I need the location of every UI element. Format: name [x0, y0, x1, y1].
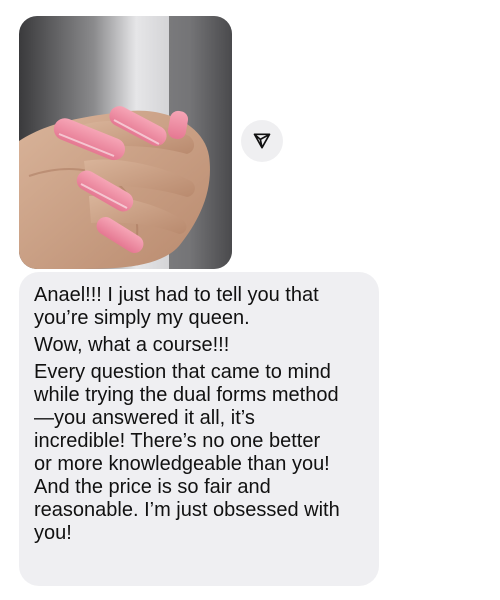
share-button[interactable] [241, 120, 283, 162]
message-line: Every question that came to mind [34, 361, 331, 383]
message-line: you! [34, 522, 72, 544]
message-line: And the price is so fair and [34, 476, 271, 498]
message-photo[interactable] [19, 16, 232, 269]
message-line: Wow, what a course!!! [34, 334, 230, 356]
nail-photo-image [19, 16, 232, 269]
message-line: incredible! There’s no one better [34, 430, 321, 452]
message-bubble: Anael!!! I just had to tell you that you… [19, 272, 379, 586]
message-line: while trying the dual forms method [34, 384, 339, 406]
message-line: or more knowledgeable than you! [34, 453, 330, 475]
paper-plane-icon [253, 133, 271, 149]
message-line: reasonable. I’m just obsessed with [34, 499, 340, 521]
message-line: you’re simply my queen. [34, 307, 250, 329]
chat-thread: Anael!!! I just had to tell you that you… [0, 0, 500, 600]
message-line: Anael!!! I just had to tell you that [34, 284, 319, 306]
message-line: —you answered it all, it’s [34, 407, 255, 429]
